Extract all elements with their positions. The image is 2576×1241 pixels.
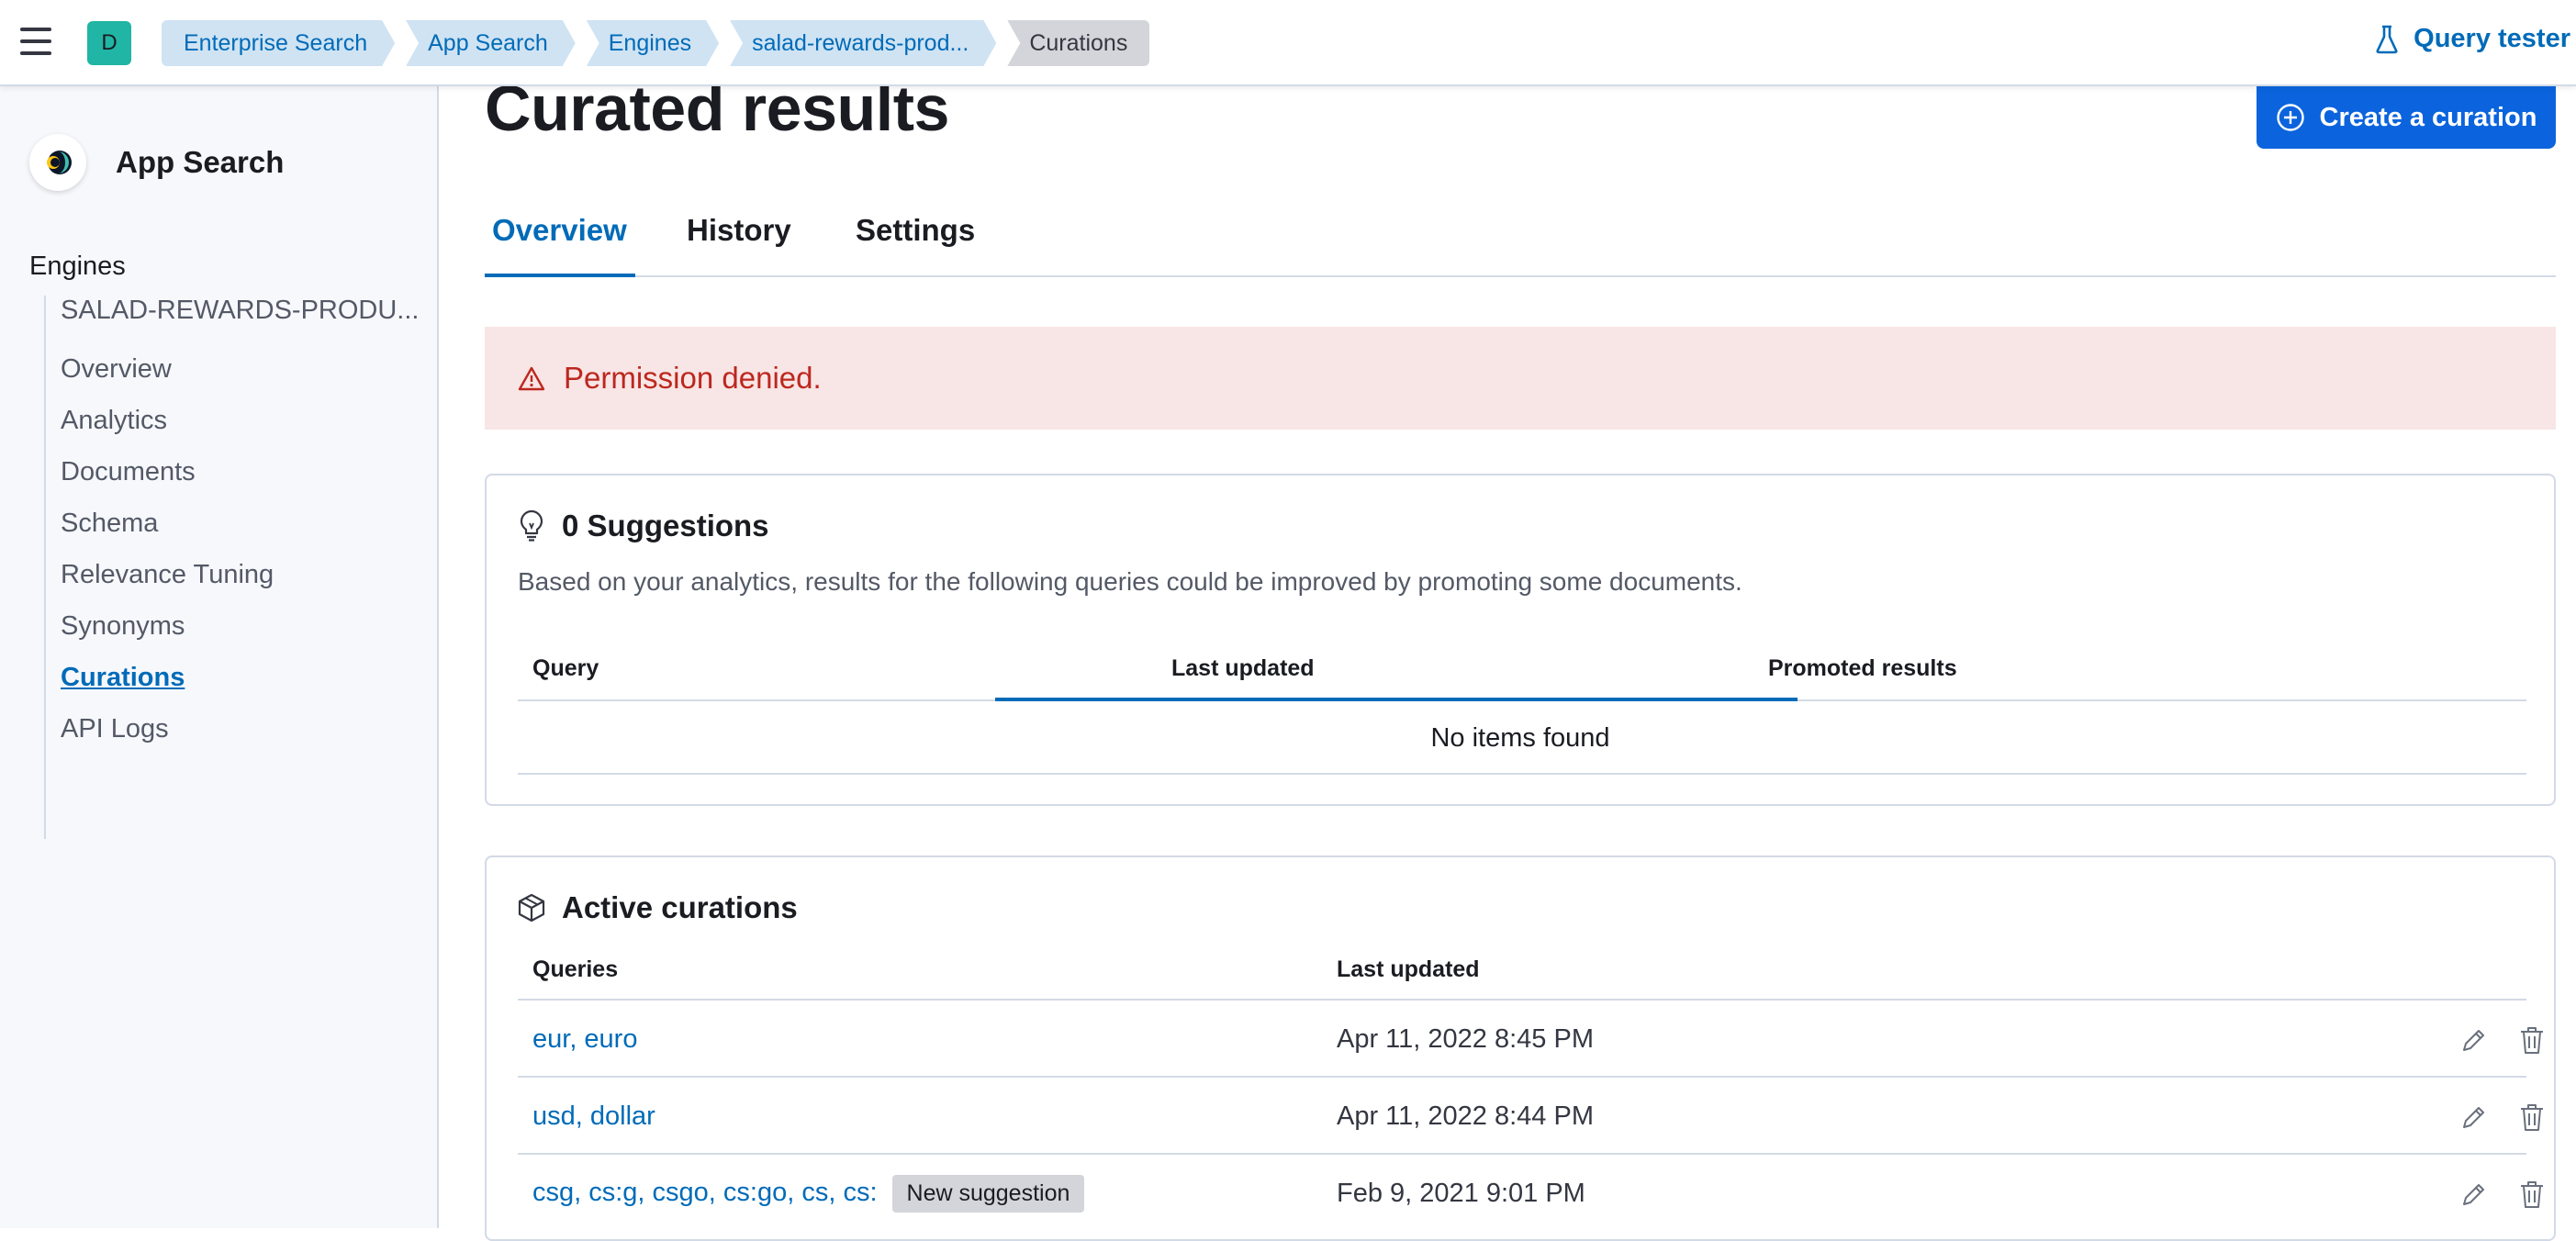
empty-state: No items found <box>1430 723 1610 753</box>
breadcrumb-engines[interactable]: Engines <box>587 20 719 66</box>
create-curation-label: Create a curation <box>2319 102 2537 132</box>
nav-tree: SALAD-REWARDS-PRODU... Overview Analytic… <box>44 296 419 839</box>
breadcrumb-curations: Curations <box>1007 20 1150 66</box>
sidebar-item-documents[interactable]: Documents <box>61 457 196 487</box>
curation-tabs: Overview History Settings <box>485 209 2556 277</box>
pencil-icon[interactable] <box>2458 1180 2488 1210</box>
sidebar-item-synonyms[interactable]: Synonyms <box>61 611 185 642</box>
breadcrumb-app-search[interactable]: App Search <box>406 20 576 66</box>
sidebar-item-curations[interactable]: Curations <box>61 663 185 693</box>
side-nav: App Search Engines SALAD-REWARDS-PRODU..… <box>0 86 439 1228</box>
error-callout: Permission denied. <box>485 327 2556 430</box>
curation-queries-cell: csg, cs:g, csgo, cs:go, cs, cs: New sugge… <box>532 1175 1085 1213</box>
tab-history[interactable]: History <box>679 209 799 277</box>
pencil-icon[interactable] <box>2458 1026 2488 1056</box>
sidebar-item-api-logs[interactable]: API Logs <box>61 714 169 744</box>
tab-overview[interactable]: Overview <box>485 209 635 277</box>
table-divider <box>518 1153 2526 1155</box>
curation-queries-link[interactable]: eur, euro <box>532 1024 637 1055</box>
curation-updated: Apr 11, 2022 8:44 PM <box>1337 1101 1594 1131</box>
menu-icon[interactable] <box>20 28 51 55</box>
package-icon <box>518 893 545 922</box>
curation-queries-link[interactable]: csg, cs:g, csgo, cs:go, cs, cs: <box>532 1178 878 1207</box>
sidebar-item-schema[interactable]: Schema <box>61 509 158 539</box>
nav-heading-engines[interactable]: Engines <box>29 252 126 282</box>
alert-icon <box>518 366 545 391</box>
active-curations-panel: Active curations Queries Last updated eu… <box>485 855 2556 1241</box>
nav-engine-name[interactable]: SALAD-REWARDS-PRODU... <box>61 296 419 326</box>
trash-icon[interactable] <box>2517 1024 2547 1056</box>
query-tester-button[interactable]: Query tester <box>2375 24 2570 54</box>
lightbulb-icon <box>520 510 543 542</box>
column-header-promoted-results[interactable]: Promoted results <box>1768 655 1957 682</box>
app-brand: App Search <box>29 134 284 191</box>
curation-updated: Feb 9, 2021 9:01 PM <box>1337 1179 1585 1208</box>
sidebar-item-overview[interactable]: Overview <box>61 354 172 385</box>
curation-queries-link[interactable]: usd, dollar <box>532 1101 655 1132</box>
new-suggestion-badge: New suggestion <box>891 1175 1085 1213</box>
column-header-last-updated[interactable]: Last updated <box>1171 655 1315 682</box>
error-message: Permission denied. <box>564 361 822 395</box>
suggestions-description: Based on your analytics, results for the… <box>518 567 1742 596</box>
plus-in-circle-icon <box>2276 104 2304 131</box>
beaker-icon <box>2376 25 2398 53</box>
pencil-icon[interactable] <box>2458 1103 2488 1133</box>
suggestions-title: 0 Suggestions <box>518 509 769 543</box>
breadcrumb: Enterprise Search App Search Engines sal… <box>162 20 1160 66</box>
suggestions-panel: 0 Suggestions Based on your analytics, r… <box>485 474 2556 806</box>
table-divider <box>518 1076 2526 1078</box>
table-divider <box>518 773 2526 775</box>
query-tester-label: Query tester <box>2414 24 2570 53</box>
breadcrumb-engine[interactable]: salad-rewards-prod... <box>730 20 996 66</box>
trash-icon[interactable] <box>2517 1101 2547 1133</box>
sidebar-item-analytics[interactable]: Analytics <box>61 406 167 436</box>
curation-updated: Apr 11, 2022 8:45 PM <box>1337 1024 1594 1054</box>
top-header: D Enterprise Search App Search Engines s… <box>0 0 2576 86</box>
table-divider <box>518 999 2526 1001</box>
sort-indicator <box>995 698 1798 701</box>
app-search-logo-icon <box>29 134 86 191</box>
create-curation-button[interactable]: Create a curation <box>2257 86 2556 149</box>
sidebar-item-relevance-tuning[interactable]: Relevance Tuning <box>61 560 274 590</box>
app-brand-name: App Search <box>116 145 285 179</box>
breadcrumb-enterprise-search[interactable]: Enterprise Search <box>162 20 395 66</box>
column-header-queries[interactable]: Queries <box>532 956 618 983</box>
space-avatar[interactable]: D <box>87 21 131 65</box>
column-header-updated[interactable]: Last updated <box>1337 956 1480 983</box>
trash-icon[interactable] <box>2517 1179 2547 1210</box>
column-header-query[interactable]: Query <box>532 655 599 682</box>
active-curations-title: Active curations <box>518 890 798 925</box>
tab-settings[interactable]: Settings <box>848 209 982 277</box>
main-content: Curated results Create a curation Overvi… <box>441 73 2576 1241</box>
